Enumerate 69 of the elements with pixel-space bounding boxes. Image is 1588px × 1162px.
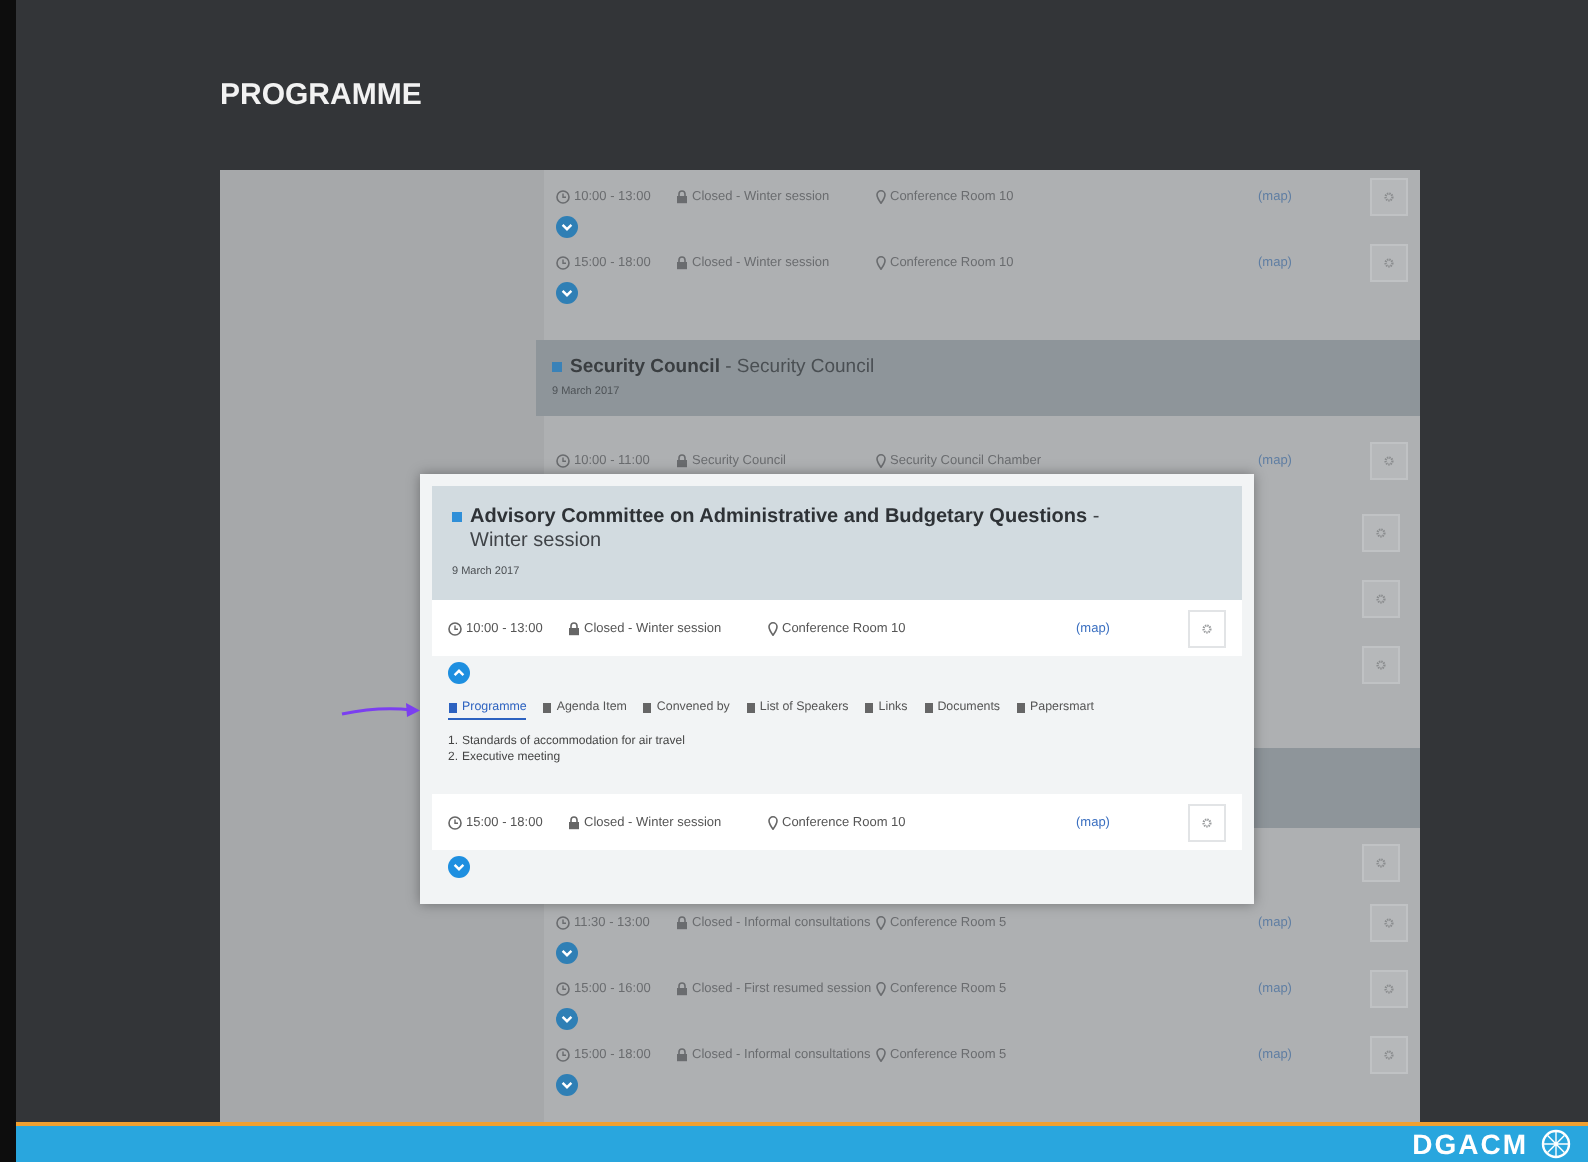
lock-icon: [676, 981, 688, 995]
gear-icon: [1384, 453, 1394, 467]
clock-icon: [448, 815, 462, 829]
map-pin-icon: [876, 453, 886, 467]
lock-icon: [676, 453, 688, 467]
settings-button[interactable]: [1370, 969, 1408, 1007]
tab-icon: [542, 701, 553, 713]
chevron-down-icon[interactable]: [556, 215, 578, 237]
lock-icon: [676, 189, 688, 203]
map-pin-icon: [768, 815, 778, 829]
square-bullet-icon: [552, 362, 562, 372]
gear-icon: [1202, 621, 1212, 635]
clock-icon: [556, 453, 570, 467]
map-pin-icon: [876, 981, 886, 995]
square-bullet-icon: [452, 512, 462, 522]
gear-icon: [1384, 915, 1394, 929]
clock-icon: [556, 915, 570, 929]
clock-icon: [556, 981, 570, 995]
map-pin-icon: [876, 255, 886, 269]
clock-icon: [556, 1047, 570, 1061]
tab-icon: [864, 701, 875, 713]
settings-button[interactable]: [1362, 844, 1400, 882]
lock-icon: [568, 815, 580, 829]
tab-icon: [642, 701, 653, 713]
lock-icon: [568, 621, 580, 635]
emblem-icon: [1540, 1128, 1572, 1160]
clock-icon: [556, 255, 570, 269]
lock-icon: [676, 915, 688, 929]
gear-icon: [1384, 189, 1394, 203]
chevron-down-icon[interactable]: [556, 941, 578, 963]
gear-icon: [1202, 815, 1212, 829]
tab-icon: [448, 701, 458, 713]
event-title: Advisory Committee on Administrative and Budgetary Questions - Winter session: [470, 506, 1102, 554]
gear-icon: [1376, 526, 1386, 540]
chevron-down-icon[interactable]: [448, 855, 470, 877]
settings-button[interactable]: [1362, 580, 1400, 618]
chevron-down-icon[interactable]: [556, 1073, 578, 1095]
gear-icon: [1376, 592, 1386, 606]
tab-icon: [745, 701, 756, 713]
group-title: Security Council - Security Council: [570, 356, 875, 378]
map-pin-icon: [768, 621, 778, 635]
tab-icon: [1016, 701, 1027, 713]
gear-icon: [1384, 981, 1394, 995]
lock-icon: [676, 255, 688, 269]
clock-icon: [556, 189, 570, 203]
slide-title: PROGRAMME: [220, 76, 424, 116]
clock-icon: [448, 621, 462, 635]
gear-icon: [1384, 1047, 1394, 1061]
settings-button[interactable]: [1370, 243, 1408, 281]
map-pin-icon: [876, 1047, 886, 1061]
gear-icon: [1376, 658, 1386, 672]
tab-icon: [923, 701, 934, 713]
chevron-up-icon[interactable]: [448, 661, 470, 683]
chevron-down-icon[interactable]: [556, 281, 578, 303]
lock-icon: [676, 1047, 688, 1061]
settings-button[interactable]: [1370, 1035, 1408, 1073]
map-pin-icon: [876, 915, 886, 929]
chevron-down-icon[interactable]: [556, 1007, 578, 1029]
map-pin-icon: [876, 189, 886, 203]
brand-text: DGACM: [1412, 1128, 1528, 1160]
settings-button[interactable]: [1362, 514, 1400, 552]
settings-button[interactable]: [1362, 646, 1400, 684]
gear-icon: [1376, 856, 1386, 870]
settings-button[interactable]: [1188, 609, 1226, 647]
settings-button[interactable]: [1370, 903, 1408, 941]
settings-button[interactable]: [1370, 441, 1408, 479]
gear-icon: [1384, 255, 1394, 269]
settings-button[interactable]: [1370, 177, 1408, 215]
settings-button[interactable]: [1188, 803, 1226, 841]
